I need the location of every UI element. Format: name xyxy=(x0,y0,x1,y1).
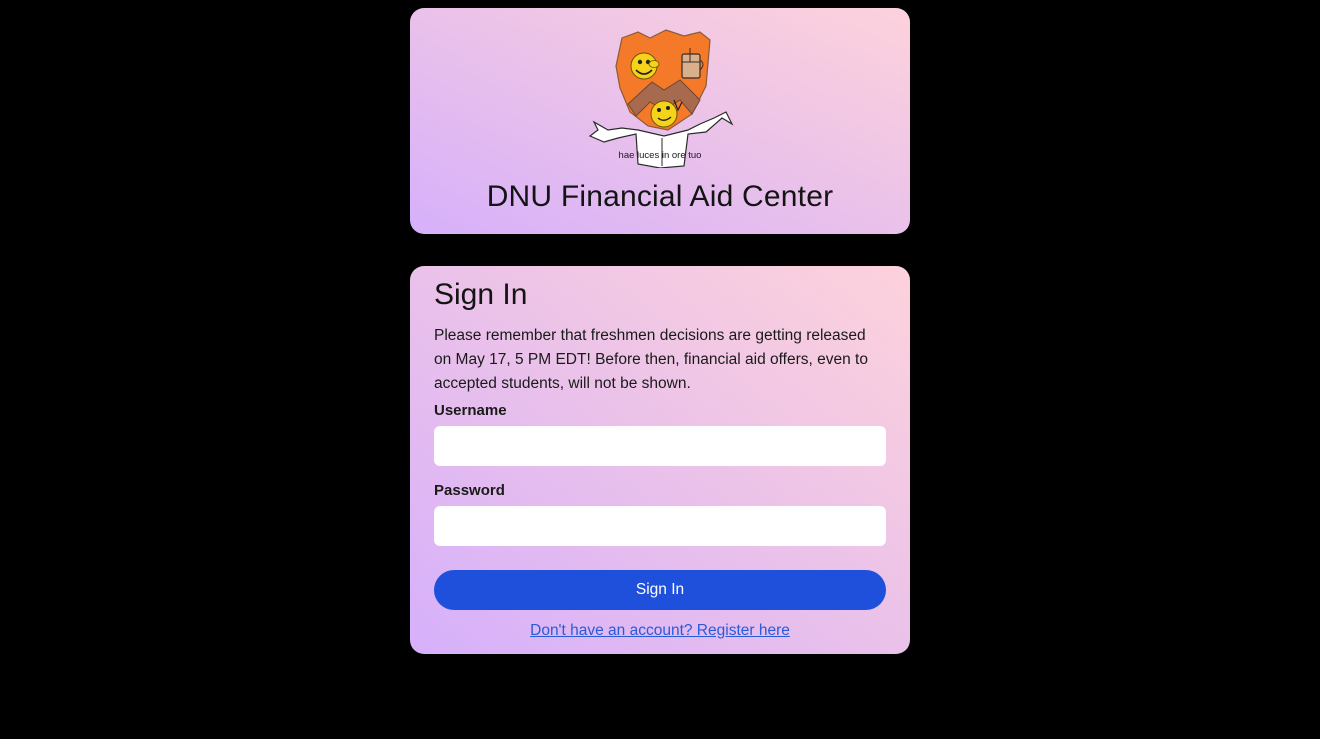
header-card: hae luces in ore tuo DNU Financial Aid C… xyxy=(410,8,910,234)
username-input[interactable] xyxy=(434,426,886,466)
crest-motto: hae luces in ore tuo xyxy=(619,150,702,161)
page: hae luces in ore tuo DNU Financial Aid C… xyxy=(0,0,1320,739)
password-input[interactable] xyxy=(434,506,886,546)
site-title: DNU Financial Aid Center xyxy=(486,180,834,213)
signin-heading: Sign In xyxy=(434,278,528,311)
username-label: Username xyxy=(434,402,507,419)
university-crest-logo: hae luces in ore tuo xyxy=(588,29,734,168)
password-label: Password xyxy=(434,482,505,499)
signin-button[interactable]: Sign In xyxy=(434,570,886,610)
release-notice: Please remember that freshmen decisions … xyxy=(434,327,868,392)
signin-card: Sign In Please remember that freshmen de… xyxy=(410,266,910,654)
register-link[interactable]: Don't have an account? Register here xyxy=(410,622,910,640)
